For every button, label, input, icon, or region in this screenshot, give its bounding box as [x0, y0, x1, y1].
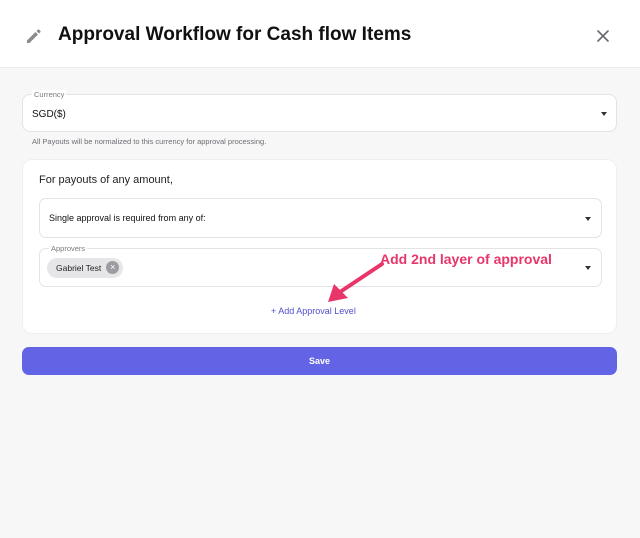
chevron-down-icon[interactable]: [585, 266, 591, 270]
dialog-header: Approval Workflow for Cash flow Items: [0, 0, 640, 68]
currency-label: Currency: [32, 90, 67, 100]
pencil-icon[interactable]: [25, 27, 43, 45]
annotation-label: Add 2nd layer of approval: [380, 251, 552, 267]
approval-workflow-dialog: Approval Workflow for Cash flow Items Cu…: [0, 0, 640, 538]
save-button[interactable]: Save: [22, 347, 617, 375]
rule-heading: For payouts of any amount,: [39, 174, 173, 186]
approver-chip: Gabriel Test ×: [47, 258, 124, 278]
chevron-down-icon[interactable]: [601, 112, 607, 116]
approval-type-select[interactable]: Single approval is required from any of:: [39, 198, 602, 238]
approvers-label: Approvers: [49, 244, 88, 254]
remove-approver-icon[interactable]: ×: [106, 261, 120, 274]
currency-value: SGD($): [32, 109, 66, 120]
approver-name: Gabriel Test: [56, 263, 102, 273]
approval-type-value: Single approval is required from any of:: [49, 213, 206, 223]
annotation-arrow-icon: [328, 262, 384, 302]
close-icon[interactable]: [596, 29, 610, 43]
currency-helper-text: All Payouts will be normalized to this c…: [32, 137, 267, 146]
dialog-title: Approval Workflow for Cash flow Items: [58, 24, 412, 45]
chevron-down-icon[interactable]: [585, 217, 591, 221]
currency-select[interactable]: Currency SGD($): [22, 90, 617, 132]
